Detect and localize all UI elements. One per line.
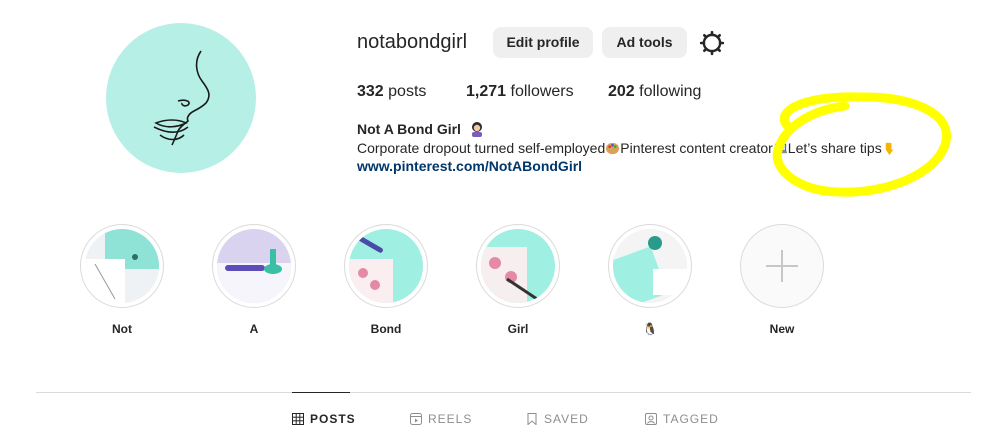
profile-avatar[interactable]	[106, 23, 256, 173]
highlight-a[interactable]: A	[211, 224, 297, 336]
bookmark-icon	[527, 413, 537, 425]
highlight-thumbnail	[217, 229, 291, 303]
highlight-label: Not	[112, 322, 132, 336]
highlight-thumbnail	[481, 229, 555, 303]
palette-emoji-icon	[605, 141, 620, 156]
tab-label: REELS	[428, 412, 473, 426]
bio-text-2: Pinterest content creator	[620, 140, 773, 156]
laptop-emoji-icon	[773, 141, 788, 156]
full-name-text: Not A Bond Girl	[357, 121, 461, 137]
highlight-girl[interactable]: Girl	[475, 224, 561, 336]
following-stat[interactable]: 202 following	[608, 83, 701, 101]
following-label: following	[639, 83, 702, 100]
tagged-icon	[645, 413, 657, 425]
highlight-label: 🐧	[642, 322, 658, 336]
highlight-label: Girl	[507, 322, 529, 336]
highlight-label: New	[769, 322, 795, 336]
new-highlight-button[interactable]	[740, 224, 824, 308]
followers-stat[interactable]: 1,271 followers	[466, 83, 574, 101]
highlight-not[interactable]: Not	[79, 224, 165, 336]
highlight-thumbnail	[613, 229, 687, 303]
plus-icon	[766, 250, 798, 282]
highlight-ring[interactable]	[80, 224, 164, 308]
tab-label: TAGGED	[663, 412, 719, 426]
bio-text-3: Let’s share tips	[787, 140, 882, 156]
highlight-thumbnail	[349, 229, 423, 303]
tab-saved[interactable]: SAVED	[526, 412, 589, 426]
profile-website-link[interactable]: www.pinterest.com/NotABondGirl	[357, 158, 582, 174]
highlight-ring[interactable]	[212, 224, 296, 308]
highlight-new[interactable]: New	[739, 224, 825, 336]
profile-bio: Corporate dropout turned self-employed Pi…	[357, 140, 897, 156]
tab-tagged[interactable]: TAGGED	[645, 412, 719, 426]
highlight-emoji[interactable]: 🐧	[607, 224, 693, 336]
profile-full-name: Not A Bond Girl	[357, 121, 485, 140]
posts-count: 332	[357, 83, 384, 100]
woman-emoji-icon	[469, 121, 485, 140]
tab-label: SAVED	[544, 412, 589, 426]
reels-icon	[410, 413, 422, 425]
following-count: 202	[608, 83, 635, 100]
highlight-ring[interactable]	[608, 224, 692, 308]
followers-label: followers	[510, 83, 574, 100]
face-line-art	[153, 50, 210, 146]
settings-gear-icon[interactable]	[699, 30, 725, 56]
posts-label: posts	[388, 83, 427, 100]
profile-username: notabondgirl	[357, 31, 468, 53]
highlight-ring[interactable]	[476, 224, 560, 308]
grid-icon	[292, 413, 304, 425]
highlight-label: Bond	[370, 322, 402, 336]
highlight-bond[interactable]: Bond	[343, 224, 429, 336]
posts-stat: 332 posts	[357, 83, 426, 101]
bio-text-1: Corporate dropout turned self-employed	[357, 140, 606, 156]
pointing-down-emoji-icon	[882, 141, 897, 156]
tab-label: POSTS	[310, 412, 356, 426]
edit-profile-button[interactable]: Edit profile	[493, 27, 593, 58]
tabs-divider	[36, 392, 971, 393]
followers-count: 1,271	[466, 83, 507, 100]
tab-posts[interactable]: POSTS	[292, 412, 356, 426]
highlight-label: A	[249, 322, 259, 336]
ad-tools-button[interactable]: Ad tools	[602, 27, 687, 58]
highlight-thumbnail	[85, 229, 159, 303]
active-tab-indicator	[292, 392, 350, 393]
tab-reels[interactable]: REELS	[410, 412, 472, 426]
highlight-ring[interactable]	[344, 224, 428, 308]
